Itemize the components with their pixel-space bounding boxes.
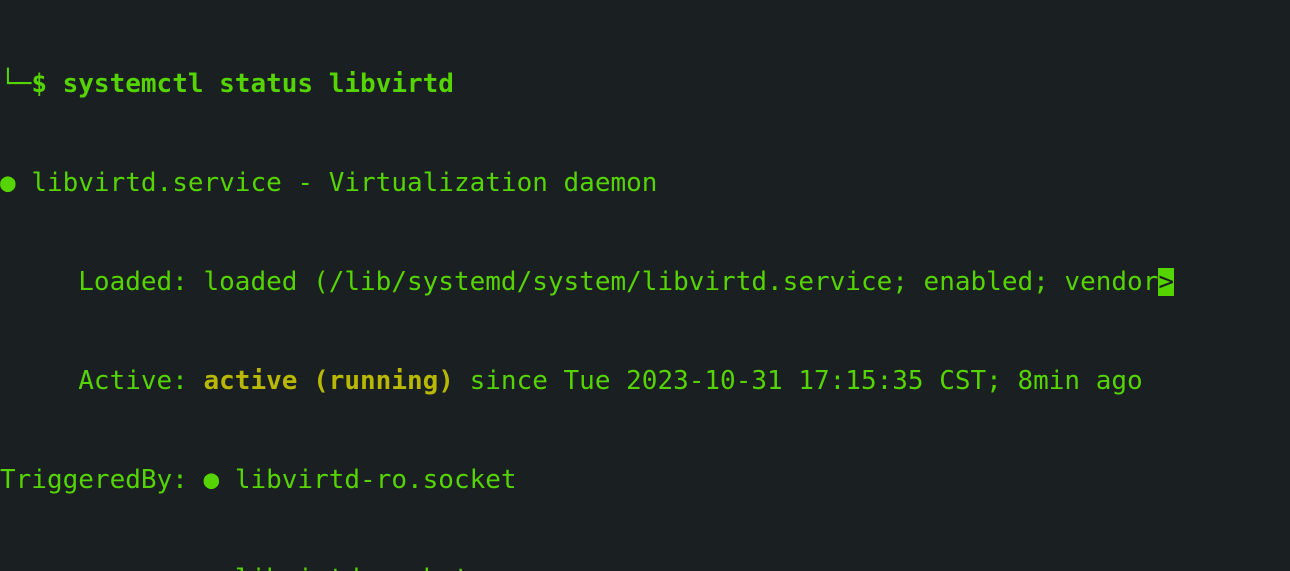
service-name: [16, 167, 32, 200]
command-text: systemctl status libvirtd: [63, 68, 454, 101]
status-bullet-icon: ●: [0, 167, 16, 200]
prompt-branch: └─: [0, 68, 31, 101]
loaded-line: Loaded: loaded (/lib/systemd/system/libv…: [0, 266, 1290, 299]
active-status: active (running): [204, 365, 454, 398]
triggered-line-2: ● libvirtd.socket: [0, 563, 1290, 571]
bullet-icon: ●: [204, 464, 235, 497]
triggered-line-1: TriggeredBy: ● libvirtd-ro.socket: [0, 464, 1290, 497]
bullet-icon: ●: [204, 563, 235, 571]
triggered-label: TriggeredBy:: [0, 464, 204, 497]
service-name-text: libvirtd.service - Virtualization daemon: [31, 167, 657, 200]
triggered-item-2: libvirtd.socket: [235, 563, 470, 571]
terminal-output: └─$ systemctl status libvirtd ● libvirtd…: [0, 0, 1290, 571]
indent: [0, 563, 204, 571]
service-line: ● libvirtd.service - Virtualization daem…: [0, 167, 1290, 200]
active-line: Active: active (running) since Tue 2023-…: [0, 365, 1290, 398]
loaded-label: Loaded:: [0, 266, 204, 299]
loaded-value: loaded (/lib/systemd/system/libvirtd.ser…: [204, 266, 1159, 299]
continuation-indicator: >: [1158, 268, 1174, 296]
command-line: └─$ systemctl status libvirtd: [0, 68, 1290, 101]
active-since: since Tue 2023-10-31 17:15:35 CST; 8min …: [454, 365, 1143, 398]
active-label: Active:: [0, 365, 204, 398]
prompt-symbol: $: [31, 68, 62, 101]
triggered-item-1: libvirtd-ro.socket: [235, 464, 517, 497]
